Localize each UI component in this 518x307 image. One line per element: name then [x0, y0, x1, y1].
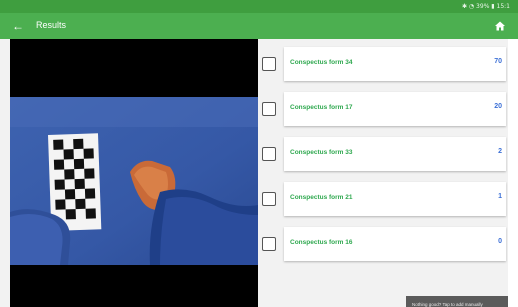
- list-item: Conspectus form 17 20: [258, 88, 508, 126]
- status-bar: ✱ ◔ 39% ▮ 15:1: [0, 0, 518, 13]
- result-score: 1: [498, 193, 502, 200]
- result-card[interactable]: Conspectus form 34 70: [284, 47, 506, 81]
- result-label: Conspectus form 33: [290, 149, 353, 156]
- captured-photo-panel: [10, 39, 258, 307]
- result-score: 0: [498, 238, 502, 245]
- home-icon[interactable]: [492, 18, 508, 34]
- captured-photo: [10, 97, 258, 265]
- result-label: Conspectus form 34: [290, 59, 353, 66]
- list-item: Conspectus form 16 0: [258, 223, 508, 261]
- result-label: Conspectus form 17: [290, 104, 353, 111]
- result-card[interactable]: Conspectus form 21 1: [284, 182, 506, 216]
- result-card[interactable]: Conspectus form 33 2: [284, 137, 506, 171]
- list-item: Conspectus form 33 2: [258, 133, 508, 171]
- result-checkbox[interactable]: [262, 147, 276, 161]
- add-manually-snackbar[interactable]: Nothing good? Tap to add manually: [406, 296, 508, 307]
- result-score: 70: [494, 58, 502, 65]
- results-list: Conspectus form 34 70 Conspectus form 17…: [258, 39, 508, 307]
- app-bar: ← Results: [0, 13, 518, 39]
- result-label: Conspectus form 16: [290, 239, 353, 246]
- page-title: Results: [36, 20, 67, 30]
- result-checkbox[interactable]: [262, 102, 276, 116]
- result-card[interactable]: Conspectus form 16 0: [284, 227, 506, 261]
- result-label: Conspectus form 21: [290, 194, 353, 201]
- result-checkbox[interactable]: [262, 192, 276, 206]
- list-item: Conspectus form 21 1: [258, 178, 508, 216]
- result-card[interactable]: Conspectus form 17 20: [284, 92, 506, 126]
- screen-edge: [508, 39, 518, 307]
- result-score: 20: [494, 103, 502, 110]
- list-item: Conspectus form 34 70: [258, 43, 508, 81]
- result-checkbox[interactable]: [262, 57, 276, 71]
- arrow-left-icon[interactable]: ←: [10, 18, 26, 34]
- results-screen: ✱ ◔ 39% ▮ 15:1 ← Results Conspectus form…: [0, 0, 518, 307]
- result-score: 2: [498, 148, 502, 155]
- result-checkbox[interactable]: [262, 237, 276, 251]
